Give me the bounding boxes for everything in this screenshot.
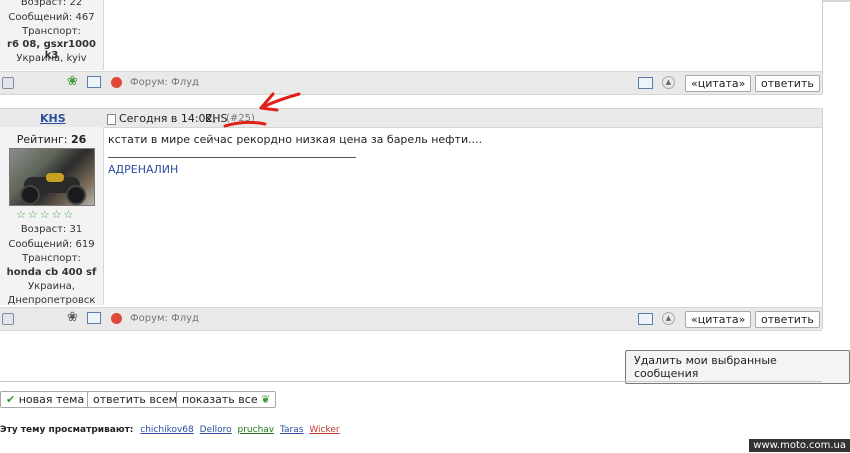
show-all-label: показать все: [182, 393, 258, 406]
viewer-link[interactable]: Delloro: [200, 425, 232, 435]
viewer-link[interactable]: Wicker: [309, 425, 339, 435]
star-icon: ☆: [51, 208, 64, 221]
avatar[interactable]: [9, 148, 95, 206]
message-icon[interactable]: [87, 76, 101, 88]
post-2-transport-label: Транспорт:: [22, 253, 81, 264]
post-2-footer: ❀ Форум: Флуд ▲ «цитата» ответить: [0, 307, 822, 331]
viewers-row: Эту тему просматривают: chichikov68 Dell…: [0, 425, 340, 435]
annotation-underline: [223, 120, 267, 128]
viewer-link[interactable]: chichikov68: [140, 425, 193, 435]
avatar-wheel-left: [20, 185, 40, 205]
post-2-age: Возраст: 31: [20, 224, 83, 235]
delete-selected-button[interactable]: Удалить мои выбранные сообщения: [625, 350, 850, 384]
post-2-username[interactable]: KHS: [40, 112, 66, 125]
post-2-location-2: Днепропетровск: [7, 295, 96, 306]
post-1-messages: Сообщений: 467: [8, 12, 95, 23]
report-icon[interactable]: [111, 313, 122, 324]
viewers-label: Эту тему просматривают:: [0, 425, 134, 435]
message-icon[interactable]: [87, 312, 101, 324]
post-2-quote-button[interactable]: «цитата»: [685, 311, 752, 328]
avatar-wheel-right: [66, 185, 86, 205]
pm-icon[interactable]: [638, 77, 653, 89]
post-1-location: Украина, kyiv: [16, 53, 87, 64]
report-icon[interactable]: [111, 77, 122, 88]
flower-icon[interactable]: ❀: [67, 74, 78, 89]
scroll-up-icon[interactable]: ▲: [662, 312, 675, 325]
avatar-tank: [46, 173, 64, 182]
rating-stars: ☆☆☆☆☆: [16, 208, 88, 221]
post-2: KHS Сегодня в 14:02, KHS (#25) Рейтинг: …: [0, 108, 823, 331]
new-topic-button[interactable]: ✔ новая тема: [0, 391, 91, 408]
post-2-content: кстати в мире сейчас рекордно низкая цен…: [103, 127, 822, 305]
post-1-reply-button[interactable]: ответить: [755, 75, 820, 92]
rating-label: Рейтинг:: [16, 133, 68, 146]
leaf-icon: ❦: [261, 393, 271, 406]
post-1-sidebar: Возраст: 22 Сообщений: 467 Транспорт: r6…: [0, 0, 103, 70]
star-icon: ☆: [27, 208, 40, 221]
post-1-forum: Форум: Флуд: [130, 77, 199, 88]
post-2-rating: Рейтинг: 26: [0, 133, 103, 146]
post-1-transport-label: Транспорт:: [22, 26, 81, 37]
printer-icon[interactable]: [2, 77, 14, 89]
star-icon: ☆: [16, 208, 28, 221]
new-topic-label: новая тема: [18, 393, 85, 406]
post-1-quote-button[interactable]: «цитата»: [685, 75, 752, 92]
bottom-divider: [0, 381, 822, 382]
post-2-forum: Форум: Флуд: [130, 313, 199, 324]
post-2-date: Сегодня в 14:02,: [119, 112, 217, 125]
red-annotation-arrow: [223, 92, 301, 128]
printer-icon[interactable]: [2, 313, 14, 325]
post-1-footer: ❀ Форум: Флуд ▲ «цитата» ответить: [0, 71, 822, 95]
post-2-header: KHS Сегодня в 14:02, KHS (#25): [0, 108, 822, 128]
post-1: Возраст: 22 Сообщений: 467 Транспорт: r6…: [0, 0, 823, 95]
post-1-age: Возраст: 22: [20, 0, 83, 8]
post-2-messages: Сообщений: 619: [8, 239, 95, 250]
post-2-sidebar: Рейтинг: 26 ☆☆☆☆☆ Возраст: 31 Сообщений:…: [0, 127, 103, 306]
post-icon: [107, 114, 116, 125]
post-2-signature: АДРЕНАЛИН: [108, 163, 179, 176]
watermark: www.moto.com.ua: [749, 439, 850, 452]
reply-all-button[interactable]: ответить всем: [87, 391, 183, 408]
post-2-transport: honda cb 400 sf: [6, 267, 97, 278]
post-2-reply-button[interactable]: ответить: [755, 311, 820, 328]
rating-value: 26: [70, 133, 87, 146]
viewer-link[interactable]: Taras: [280, 425, 303, 435]
show-all-button[interactable]: показать все ❦: [176, 391, 277, 408]
pm-icon[interactable]: [638, 313, 653, 325]
viewer-link[interactable]: pruchav: [238, 425, 275, 435]
scroll-up-icon[interactable]: ▲: [662, 76, 675, 89]
post-2-location-1: Украина,: [28, 281, 75, 292]
flower-icon[interactable]: ❀: [67, 310, 78, 325]
signature-divider: [108, 157, 356, 158]
star-icon: ☆: [63, 208, 76, 221]
post-1-content: [103, 0, 822, 70]
check-icon: ✔: [6, 393, 16, 406]
star-icon: ☆: [39, 208, 52, 221]
